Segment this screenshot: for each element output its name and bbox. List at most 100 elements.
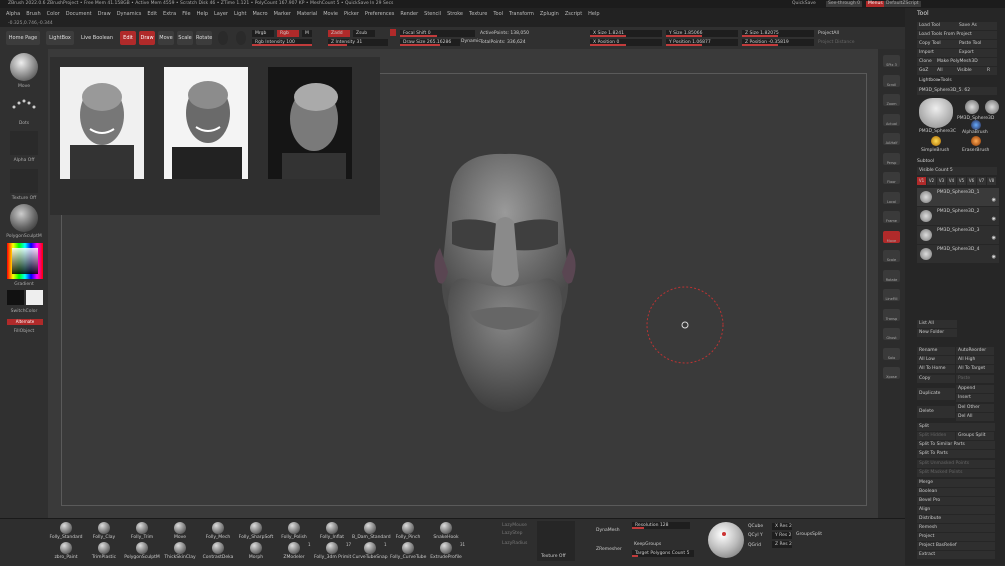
extract-header[interactable]: Extract xyxy=(917,551,995,559)
right-shelf-button[interactable]: AAHalf xyxy=(883,133,900,145)
alternate-button[interactable]: Alternate xyxy=(7,319,43,325)
align-header[interactable]: Align xyxy=(917,506,995,514)
dynamesh-button[interactable]: DynaMesh xyxy=(596,528,620,533)
gradient-sphere-icon[interactable] xyxy=(236,31,246,45)
right-shelf-button[interactable]: Actual xyxy=(883,113,900,126)
paste-tool-button[interactable]: Paste Tool xyxy=(957,40,997,48)
menu-item[interactable]: Macro xyxy=(252,11,267,17)
matcap-sphere-icon[interactable] xyxy=(708,522,744,558)
zremesher-button[interactable]: ZRemesher xyxy=(596,547,622,552)
right-shelf-button[interactable]: Frame xyxy=(883,211,900,223)
subtool-item[interactable]: PM3D_Sphere3D_3 ◉ xyxy=(917,226,999,244)
rename-button[interactable]: Rename xyxy=(917,347,955,355)
menus-button[interactable]: Menus xyxy=(866,1,885,7)
home-page-button[interactable]: Home Page xyxy=(6,31,40,45)
split-to-parts-button[interactable]: Split To Parts xyxy=(917,450,995,458)
load-tools-from-project-button[interactable]: Load Tools From Project xyxy=(917,31,997,39)
current-tool-slider[interactable]: PM3D_Sphere3D_5. 62 xyxy=(917,87,997,95)
edit-mode-button[interactable]: Edit xyxy=(120,31,136,45)
texture-slot[interactable]: Texture Off xyxy=(537,521,575,561)
goz-r-button[interactable]: R xyxy=(985,67,997,75)
lazy-mouse-button[interactable]: LazyMouse xyxy=(502,523,527,528)
mrgb-button[interactable]: Mrgb xyxy=(252,30,274,37)
export-button[interactable]: Export xyxy=(957,49,997,57)
project-basrelief-header[interactable]: Project BasRelief xyxy=(917,542,995,550)
visibility-level[interactable]: V4 xyxy=(947,177,956,185)
all-to-target-button[interactable]: All To Target xyxy=(956,365,994,373)
visibility-level[interactable]: V1 xyxy=(917,177,926,185)
right-shelf-button[interactable]: SPix 3 xyxy=(883,55,900,67)
sculpt-model[interactable] xyxy=(430,152,580,422)
brush-button[interactable]: Move xyxy=(162,522,198,540)
visibility-level[interactable]: V7 xyxy=(977,177,986,185)
delete-button[interactable]: Delete xyxy=(917,406,955,418)
right-shelf-button[interactable]: Solo xyxy=(883,347,900,360)
merge-header[interactable]: Merge xyxy=(917,479,995,487)
zadd-button[interactable]: Zadd xyxy=(328,30,350,37)
zsub-button[interactable]: Zsub xyxy=(353,30,375,37)
clone-button[interactable]: Clone xyxy=(917,58,935,66)
brush-button[interactable]: SnakeHook xyxy=(428,522,464,540)
goz-all-button[interactable]: All xyxy=(935,67,955,75)
draw-size-slider[interactable]: Draw Size 265.16286 xyxy=(400,39,460,46)
make-polymesh-button[interactable]: Make PolyMesh3D xyxy=(935,58,997,66)
insert-button[interactable]: Insert xyxy=(956,394,994,402)
material-sphere-icon[interactable] xyxy=(218,31,228,45)
brush-button[interactable]: PolygonSculptM xyxy=(124,542,160,560)
copy-subtool-button[interactable]: Copy xyxy=(917,375,955,383)
keepgroups-button[interactable]: KeepGroups xyxy=(634,542,661,547)
menu-item[interactable]: Help xyxy=(197,11,208,17)
brush-button[interactable]: Folly_CurveTube xyxy=(390,542,426,560)
menu-item[interactable]: Help xyxy=(588,11,599,17)
groups-split-shortcut[interactable]: GroupsSplit xyxy=(796,532,822,537)
menu-item[interactable]: Layer xyxy=(214,11,228,17)
brush-button[interactable]: Folly_Polish xyxy=(276,522,312,540)
load-tool-button[interactable]: Load Tool xyxy=(917,22,957,30)
menu-item[interactable]: File xyxy=(182,11,190,17)
menu-item[interactable]: Transform xyxy=(509,11,534,17)
subtool-item[interactable]: PM3D_Sphere3D_4 ◉ xyxy=(917,245,999,263)
menu-item[interactable]: Picker xyxy=(344,11,359,17)
right-shelf-button[interactable]: Transp xyxy=(883,308,900,321)
rotate-mode-button[interactable]: Rotate xyxy=(196,31,212,45)
menu-item[interactable]: Alpha xyxy=(6,11,20,17)
visibility-level[interactable]: V3 xyxy=(937,177,946,185)
right-shelf-button[interactable]: Scroll xyxy=(883,74,900,87)
visibility-level[interactable]: V2 xyxy=(927,177,936,185)
right-shelf-button[interactable]: LineFill xyxy=(883,289,900,301)
x-size-slider[interactable]: X Size 1.8241 xyxy=(590,30,662,37)
menu-item[interactable]: Color xyxy=(47,11,60,17)
focal-shift-slider[interactable]: Focal Shift 0 xyxy=(400,30,475,37)
dynamic-button[interactable]: Dynamic xyxy=(461,39,481,44)
del-all-button[interactable]: Del All xyxy=(956,413,994,421)
brush-button[interactable]: B_Dam_Standard xyxy=(352,522,391,540)
simple-brush-icon[interactable] xyxy=(931,136,941,146)
z-res-slider[interactable]: Z Res 2 xyxy=(772,541,792,548)
visibility-level[interactable]: V6 xyxy=(967,177,976,185)
copy-tool-button[interactable]: Copy Tool xyxy=(917,40,957,48)
brush-button[interactable]: Folly_Pinch xyxy=(390,522,426,540)
y-res-slider[interactable]: Y Res 2 xyxy=(772,532,792,539)
eye-icon[interactable]: ◉ xyxy=(992,216,996,222)
all-low-button[interactable]: All Low xyxy=(917,356,955,364)
right-shelf-button[interactable]: Move xyxy=(883,230,900,243)
eye-icon[interactable]: ◉ xyxy=(992,235,996,241)
brush-sphere-icon[interactable] xyxy=(10,53,38,81)
autoreorder-button[interactable]: AutoReorder xyxy=(956,347,994,355)
tool-thumbnail-sculpt[interactable] xyxy=(919,98,953,128)
brush-button[interactable]: ExtrudeProfile xyxy=(428,542,464,560)
brush-button[interactable]: ZModeler xyxy=(276,542,312,560)
menu-item[interactable]: Material xyxy=(297,11,317,17)
brush-button[interactable]: Morph xyxy=(238,542,274,560)
qcube-button[interactable]: QCube xyxy=(748,524,763,529)
brush-button[interactable]: Folly_Trim xyxy=(124,522,160,540)
brush-button[interactable]: CurveTubeSnap xyxy=(352,542,388,560)
scale-mode-button[interactable]: Scale xyxy=(177,31,193,45)
menu-item[interactable]: Draw xyxy=(98,11,111,17)
focal-toggle[interactable] xyxy=(390,29,396,36)
import-button[interactable]: Import xyxy=(917,49,957,57)
right-shelf-button[interactable]: Floor xyxy=(883,172,900,184)
y-size-slider[interactable]: Y Size 1.85066 xyxy=(666,30,738,37)
boolean-header[interactable]: Boolean xyxy=(917,488,995,496)
split-header[interactable]: Split xyxy=(917,423,995,431)
